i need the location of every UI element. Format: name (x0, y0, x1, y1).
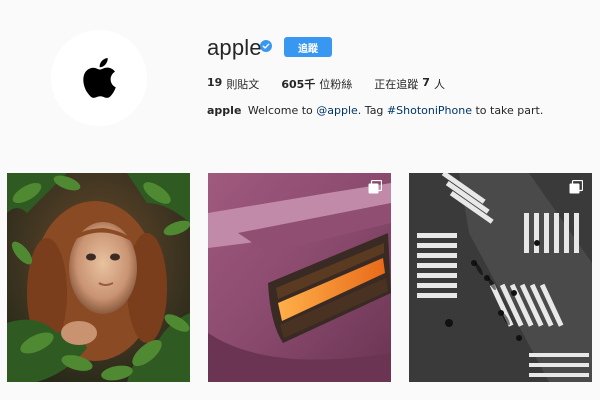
bio-text-2: . Tag (357, 104, 384, 117)
posts-stat[interactable]: 19 則貼文 (207, 76, 259, 92)
profile-bio: apple Welcome to @apple. Tag #ShotoniPho… (207, 104, 543, 117)
profile-username: apple (207, 35, 262, 60)
post-thumbnail[interactable] (409, 173, 592, 382)
multiple-photos-icon (368, 180, 382, 194)
bio-hashtag-link[interactable]: #ShotoniPhone (387, 104, 472, 117)
followers-stat[interactable]: 605千 位粉絲 (281, 76, 352, 92)
followers-count: 605千 (281, 78, 316, 91)
post-thumbnail[interactable] (208, 173, 391, 382)
followers-label: 位粉絲 (319, 78, 353, 91)
apple-logo-icon (83, 58, 116, 98)
bio-text-1: Welcome to (247, 104, 313, 117)
verified-badge-icon (260, 40, 272, 52)
following-count: 7 (422, 76, 430, 89)
posts-count: 19 (207, 76, 223, 89)
following-stat[interactable]: 正在追蹤 7 人 (374, 76, 445, 92)
posts-label: 則貼文 (226, 78, 260, 91)
bio-text-3: to take part. (475, 104, 544, 117)
profile-avatar[interactable] (51, 30, 147, 126)
following-unit: 人 (433, 78, 445, 91)
post-image (409, 173, 592, 382)
multiple-photos-icon (569, 180, 583, 194)
post-image (208, 173, 391, 382)
profile-stats: 19 則貼文 605千 位粉絲 正在追蹤 7 人 (207, 76, 445, 92)
post-thumbnail[interactable] (7, 173, 190, 382)
follow-button[interactable]: 追蹤 (284, 37, 332, 57)
post-image (7, 173, 190, 382)
bio-mention-link[interactable]: @apple (316, 104, 358, 117)
bio-name: apple (207, 104, 242, 117)
following-label: 正在追蹤 (374, 78, 419, 91)
